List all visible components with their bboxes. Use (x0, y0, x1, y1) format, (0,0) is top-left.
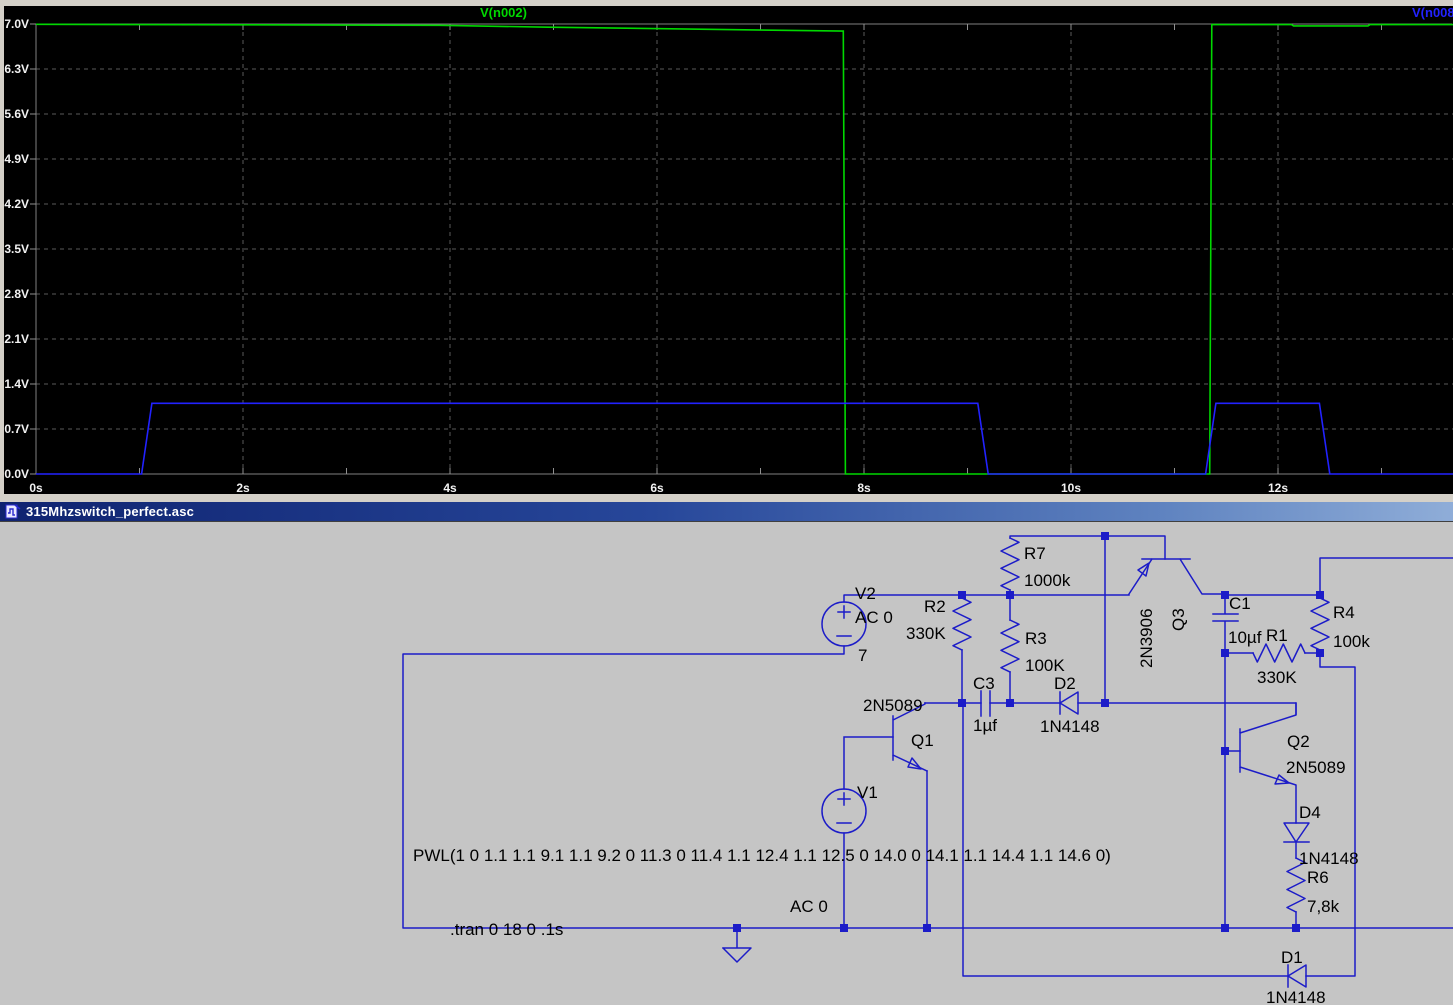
label-c3-name[interactable]: C3 (973, 674, 995, 693)
x-tick-label: 2s (236, 481, 250, 495)
window-title: 315Mhzswitch_perfect.asc (26, 504, 194, 519)
label-r4-value[interactable]: 100k (1333, 632, 1370, 651)
capacitor-C3[interactable] (981, 691, 990, 716)
schematic-labels: V2 AC 0 7 R2 330K R7 1000k R3 100K C3 1µ… (413, 544, 1370, 1005)
schematic-canvas[interactable]: V2 AC 0 7 R2 330K R7 1000k R3 100K C3 1µ… (0, 522, 1453, 1005)
label-q3-model[interactable]: 2N3906 (1137, 608, 1156, 668)
junction-dot (1221, 591, 1229, 599)
label-c1-value[interactable]: 10µf (1228, 628, 1262, 647)
plus-sign (838, 606, 850, 618)
junction-dot (958, 699, 966, 707)
label-q2-name[interactable]: Q2 (1287, 732, 1310, 751)
label-v1-ac[interactable]: AC 0 (790, 897, 828, 916)
label-r2-name[interactable]: R2 (924, 597, 946, 616)
label-r6-name[interactable]: R6 (1307, 868, 1329, 887)
junction-dot (733, 924, 741, 932)
diode-D4[interactable] (1284, 823, 1309, 842)
label-r2-value[interactable]: 330K (906, 624, 946, 643)
transistor-Q3[interactable] (1129, 559, 1225, 594)
junction-dot (840, 924, 848, 932)
waveform-plot[interactable]: 0.0V 0.7V 1.4V 2.1V 2.8V 3.5V 4.2V 4.9V 5.6V 6.3V… (0, 0, 1453, 500)
emitter-arrow-icon (908, 758, 921, 769)
label-v2-dc[interactable]: 7 (858, 646, 867, 665)
label-r3-name[interactable]: R3 (1025, 629, 1047, 648)
x-tick-label: 6s (650, 481, 664, 495)
resistor-R3[interactable] (1001, 620, 1019, 672)
resistor-R7[interactable] (1001, 538, 1019, 590)
label-v2-ac[interactable]: AC 0 (855, 608, 893, 627)
label-c1-name[interactable]: C1 (1229, 594, 1251, 613)
y-tick-label: 2.1V (4, 332, 29, 346)
plot-black-area (4, 6, 1453, 494)
label-d1-name[interactable]: D1 (1281, 948, 1303, 967)
plus-sign (838, 793, 850, 805)
x-tick-label: 4s (443, 481, 457, 495)
y-tick-label: 3.5V (4, 242, 29, 256)
label-v1-pwl[interactable]: PWL(1 0 1.1 1.1 9.1 1.1 9.2 0 11.3 0 11.… (413, 846, 1111, 865)
label-r1-name[interactable]: R1 (1266, 626, 1288, 645)
label-c3-value[interactable]: 1µf (973, 716, 997, 735)
diode-D1[interactable] (1288, 965, 1306, 987)
ground-symbol[interactable] (723, 928, 751, 962)
label-r4-name[interactable]: R4 (1333, 603, 1355, 622)
y-tick-label: 5.6V (4, 107, 29, 121)
x-tick-label: 12s (1268, 481, 1288, 495)
x-tick-label: 0s (29, 481, 43, 495)
label-v1-name[interactable]: V1 (857, 783, 878, 802)
x-tick-label: 8s (857, 481, 871, 495)
y-tick-label: 6.3V (4, 62, 29, 76)
label-d1-value[interactable]: 1N4148 (1266, 988, 1326, 1005)
label-r1-value[interactable]: 330K (1257, 668, 1297, 687)
junction-dot (1316, 649, 1324, 657)
label-q2-model[interactable]: 2N5089 (1286, 758, 1346, 777)
junction-dot (1221, 649, 1229, 657)
junction-dot (1006, 591, 1014, 599)
label-v2-name[interactable]: V2 (855, 584, 876, 603)
resistor-R4[interactable] (1311, 598, 1329, 650)
label-directive-tran[interactable]: .tran 0 18 0 .1s (450, 920, 563, 939)
label-r3-value[interactable]: 100K (1025, 656, 1065, 675)
label-q3-name[interactable]: Q3 (1169, 608, 1188, 631)
label-d4-name[interactable]: D4 (1299, 803, 1321, 822)
junction-dot (1292, 924, 1300, 932)
label-d2-value[interactable]: 1N4148 (1040, 717, 1100, 736)
label-r7-name[interactable]: R7 (1024, 544, 1046, 563)
legend-V(n002)[interactable]: V(n002) (480, 5, 527, 20)
resistor-R2[interactable] (953, 598, 971, 650)
label-d2-name[interactable]: D2 (1054, 674, 1076, 693)
junction-dot (1006, 699, 1014, 707)
schematic-title-bar[interactable]: 315Mhzswitch_perfect.asc (0, 500, 1453, 522)
legend-V(n008)[interactable]: V(n008) (1412, 5, 1453, 20)
y-tick-label: 2.8V (4, 287, 29, 301)
ltspice-file-icon (5, 504, 21, 519)
diode-D2[interactable] (1060, 692, 1078, 714)
label-q1-model[interactable]: 2N5089 (863, 696, 923, 715)
waveform-pane: 0.0V 0.7V 1.4V 2.1V 2.8V 3.5V 4.2V 4.9V 5.6V 6.3V… (0, 0, 1453, 500)
junction-dot (923, 924, 931, 932)
y-tick-label: 0.7V (4, 422, 29, 436)
junction-dot (1221, 747, 1229, 755)
junction-dot (1101, 532, 1109, 540)
junction-dots (733, 532, 1324, 932)
y-tick-label: 7.0V (4, 17, 29, 31)
junction-dot (1316, 591, 1324, 599)
y-tick-label: 1.4V (4, 377, 29, 391)
label-q1-name[interactable]: Q1 (911, 731, 934, 750)
junction-dot (1101, 699, 1109, 707)
label-d4-value[interactable]: 1N4148 (1299, 849, 1359, 868)
label-r7-value[interactable]: 1000k (1024, 571, 1071, 590)
y-tick-label: 0.0V (4, 467, 29, 481)
junction-dot (958, 591, 966, 599)
label-r6-value[interactable]: 7,8k (1307, 897, 1340, 916)
y-tick-label: 4.9V (4, 152, 29, 166)
y-tick-label: 4.2V (4, 197, 29, 211)
junction-dot (1221, 924, 1229, 932)
x-tick-label: 10s (1061, 481, 1081, 495)
